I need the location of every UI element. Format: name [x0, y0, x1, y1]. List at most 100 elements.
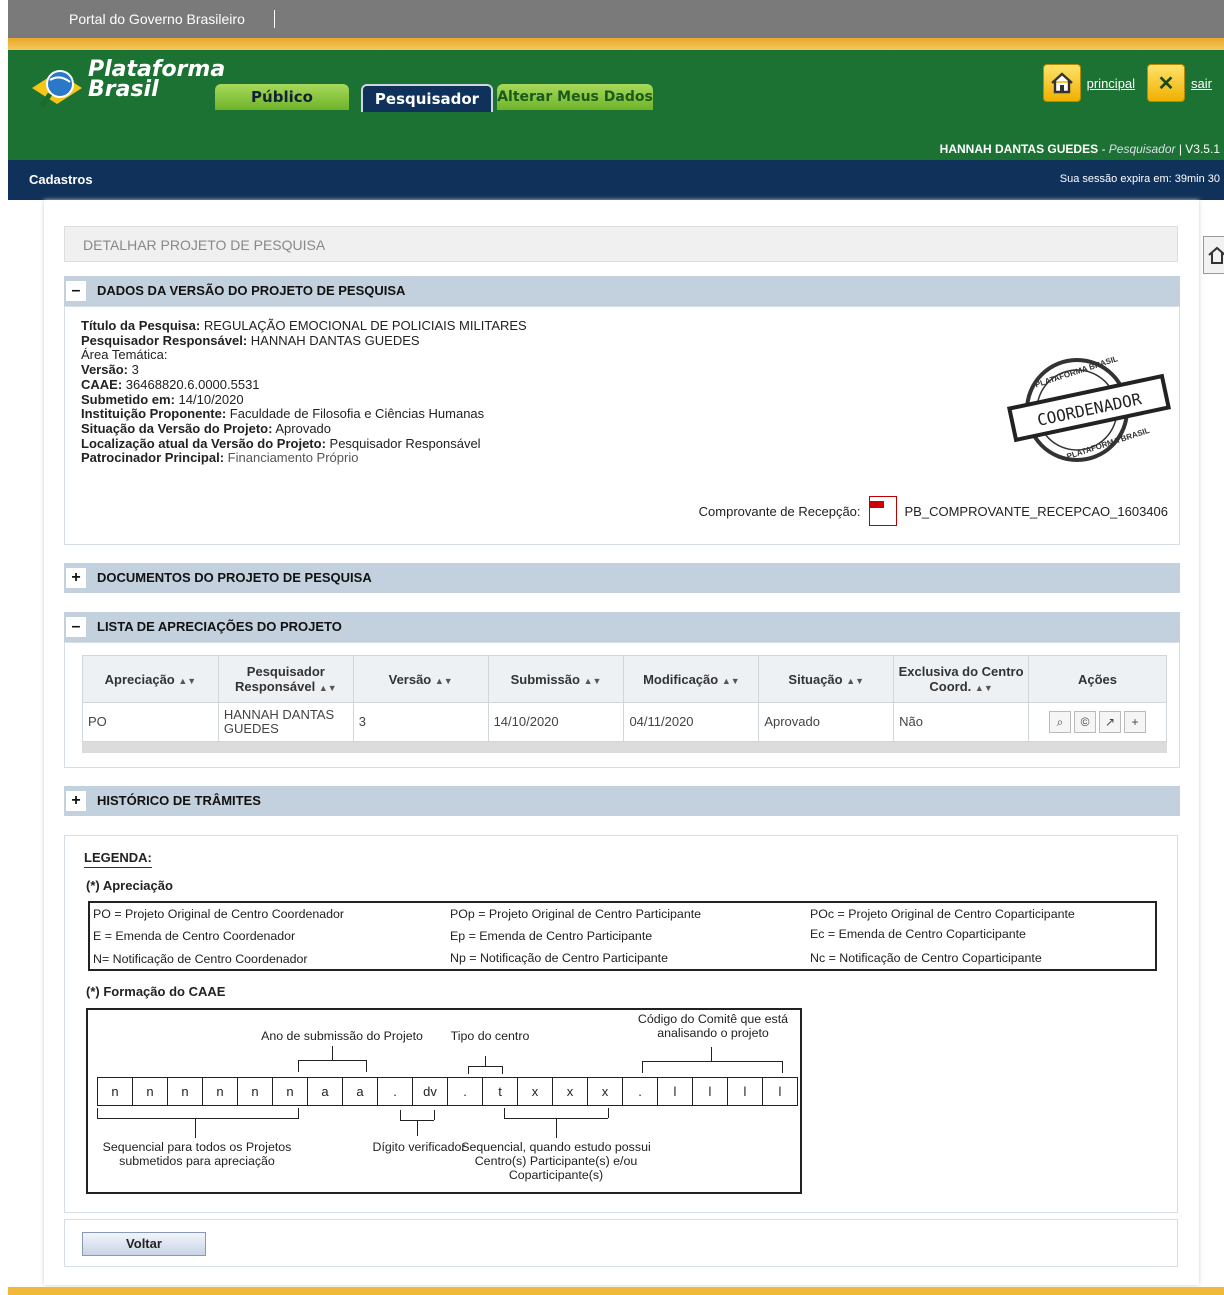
caae-cell: a — [343, 1078, 378, 1105]
legend-item: PO = Projeto Original de Centro Coordena… — [93, 907, 345, 921]
plus-icon[interactable]: + — [1124, 711, 1146, 733]
bracket-dv — [400, 1110, 401, 1120]
info-submetido: Submetido em: 14/10/2020 — [81, 391, 244, 407]
bracket-seq — [97, 1118, 299, 1119]
collapse-icon[interactable]: – — [66, 281, 86, 301]
collapse-icon[interactable]: – — [66, 617, 86, 637]
legend-item: N= Notificação de Centro Coordenador — [93, 952, 308, 966]
stamp-bottom-text: PLATAFORMA BRASIL — [1066, 426, 1151, 461]
label-ano: Ano de submissão do Projeto — [261, 1029, 423, 1043]
section-historico-header[interactable]: + HISTÓRICO DE TRÂMITES — [64, 786, 1180, 816]
pdf-icon[interactable] — [868, 496, 897, 526]
caae-cell: n — [168, 1078, 203, 1105]
bracket-seq2 — [504, 1108, 505, 1118]
bracket-tipo — [468, 1066, 469, 1074]
cell-versao: 3 — [352, 702, 489, 742]
logo-line2: Brasil — [88, 77, 159, 102]
label-sequencial-centro: Sequencial, quando estudo possui Centro(… — [461, 1140, 651, 1182]
section-documentos-header[interactable]: + DOCUMENTOS DO PROJETO DE PESQUISA — [64, 563, 1180, 593]
comprovante-file-link[interactable]: PB_COMPROVANTE_RECEPCAO_1603406 — [905, 504, 1168, 519]
bracket-comite — [711, 1047, 712, 1061]
legend-item: Ep = Emenda de Centro Participante — [450, 929, 653, 943]
search-icon[interactable]: ⌕ — [1049, 711, 1071, 733]
info-area: Área Temática: — [81, 347, 168, 363]
col-modificacao[interactable]: Modificação ▲▼ — [623, 655, 760, 703]
col-submissao[interactable]: Submissão ▲▼ — [487, 655, 625, 703]
apreciacoes-table: Apreciação ▲▼ Pesquisador Responsável ▲▼… — [82, 655, 1167, 742]
col-situacao[interactable]: Situação ▲▼ — [758, 655, 895, 703]
tab-alterar-meus-dados[interactable]: Alterar Meus Dados — [497, 84, 653, 110]
caae-cell: . — [448, 1078, 483, 1105]
info-instituicao: Instituição Proponente: Faculdade de Fil… — [81, 406, 485, 422]
tab-pesquisador[interactable]: Pesquisador — [361, 84, 493, 112]
expand-icon[interactable]: + — [66, 791, 86, 811]
sub-nav: Cadastros Sua sessão expira em: 39min 30 — [8, 160, 1224, 200]
caae-cell: x — [518, 1078, 553, 1105]
principal-link[interactable]: principal — [1087, 76, 1135, 91]
table-header-row: Apreciação ▲▼ Pesquisador Responsável ▲▼… — [82, 655, 1167, 703]
info-situacao: Situação da Versão do Projeto: Aprovado — [81, 420, 332, 436]
legend-apreciacao-title: (*) Apreciação — [86, 878, 173, 893]
caae-cell: n — [273, 1078, 308, 1105]
caae-cell: a — [308, 1078, 343, 1105]
session-timer: Sua sessão expira em: 39min 30 — [1059, 173, 1220, 185]
close-icon[interactable]: ✕ — [1147, 64, 1186, 102]
bracket-seq — [298, 1108, 299, 1118]
section-historico-title: HISTÓRICO DE TRÂMITES — [97, 793, 261, 808]
caae-cell: x — [588, 1078, 623, 1105]
copyright-icon[interactable]: © — [1074, 711, 1096, 733]
section-apreciacoes-title: LISTA DE APRECIAÇÕES DO PROJETO — [97, 619, 342, 634]
section-dados-header[interactable]: – DADOS DA VERSÃO DO PROJETO DE PESQUISA — [64, 276, 1180, 306]
comprovante-recepcao: Comprovante de Recepção: PB_COMPROVANTE_… — [699, 496, 1168, 526]
app-version: V3.5.1 — [1185, 142, 1220, 156]
menu-cadastros[interactable]: Cadastros — [29, 172, 93, 187]
col-versao[interactable]: Versão ▲▼ — [352, 655, 489, 703]
user-role: Pesquisador — [1108, 142, 1176, 156]
info-patrocinador: Patrocinador Principal: Financiamento Pr… — [81, 450, 359, 466]
cell-situacao: Aprovado — [758, 702, 895, 742]
col-apreciacao[interactable]: Apreciação ▲▼ — [82, 655, 219, 703]
gov-separator — [274, 10, 275, 28]
section-documentos-title: DOCUMENTOS DO PROJETO DE PESQUISA — [97, 570, 372, 585]
caae-cell: l — [728, 1078, 763, 1105]
user-info: HANNAH DANTAS GUEDES - Pesquisador | V3.… — [939, 142, 1220, 156]
caae-cells: n n n n n n a a. dv. t x x x. l l l l — [97, 1077, 798, 1106]
col-exclusiva[interactable]: Exclusiva do Centro Coord. ▲▼ — [893, 655, 1029, 703]
label-sequencial: Sequencial para todos os Projetos submet… — [102, 1140, 292, 1168]
bracket-comite — [642, 1061, 783, 1062]
info-titulo: Título da Pesquisa: REGULAÇÃO EMOCIONAL … — [81, 318, 527, 333]
caae-cell: l — [693, 1078, 728, 1105]
home-icon[interactable] — [1042, 64, 1081, 102]
tab-publico[interactable]: Público — [215, 84, 349, 110]
bracket-ano — [332, 1046, 333, 1060]
voltar-button[interactable]: Voltar — [82, 1232, 206, 1256]
side-home-icon[interactable] — [1203, 236, 1224, 274]
bracket-seq — [97, 1108, 98, 1118]
bracket-seq2 — [556, 1118, 557, 1138]
legend-item: POc = Projeto Original de Centro Coparti… — [810, 907, 1075, 921]
bracket-tipo — [468, 1066, 502, 1067]
label-comite: Código do Comitê que está analisando o p… — [637, 1012, 789, 1040]
info-localizacao: Localização atual da Versão do Projeto: … — [81, 435, 481, 451]
expand-icon[interactable]: + — [66, 568, 86, 588]
caae-cell: t — [483, 1078, 518, 1105]
caae-cell: l — [658, 1078, 693, 1105]
info-versao: Versão: 3 — [81, 362, 139, 378]
caae-cell: dv — [413, 1078, 448, 1105]
col-pesquisador[interactable]: Pesquisador Responsável ▲▼ — [217, 655, 354, 703]
caae-cell: n — [238, 1078, 273, 1105]
cell-pesquisador: HANNAH DANTAS GUEDES — [217, 702, 354, 742]
gov-portal-link[interactable]: Portal do Governo Brasileiro — [69, 11, 245, 27]
top-nav: principal ✕ sair — [1042, 64, 1218, 102]
external-link-icon[interactable]: ↗ — [1099, 711, 1121, 733]
bracket-tipo — [502, 1066, 503, 1074]
bracket-tipo — [485, 1056, 486, 1066]
caae-cell: n — [203, 1078, 238, 1105]
bracket-comite — [642, 1061, 643, 1073]
coordenador-stamp: PLATAFORMA BRASIL COORDENADOR PLATAFORMA… — [1007, 354, 1171, 462]
section-apreciacoes-header[interactable]: – LISTA DE APRECIAÇÕES DO PROJETO — [64, 612, 1180, 642]
user-name: HANNAH DANTAS GUEDES — [939, 142, 1099, 156]
bracket-comite — [782, 1061, 783, 1073]
bracket-seq — [195, 1118, 196, 1138]
sair-link[interactable]: sair — [1191, 76, 1212, 91]
